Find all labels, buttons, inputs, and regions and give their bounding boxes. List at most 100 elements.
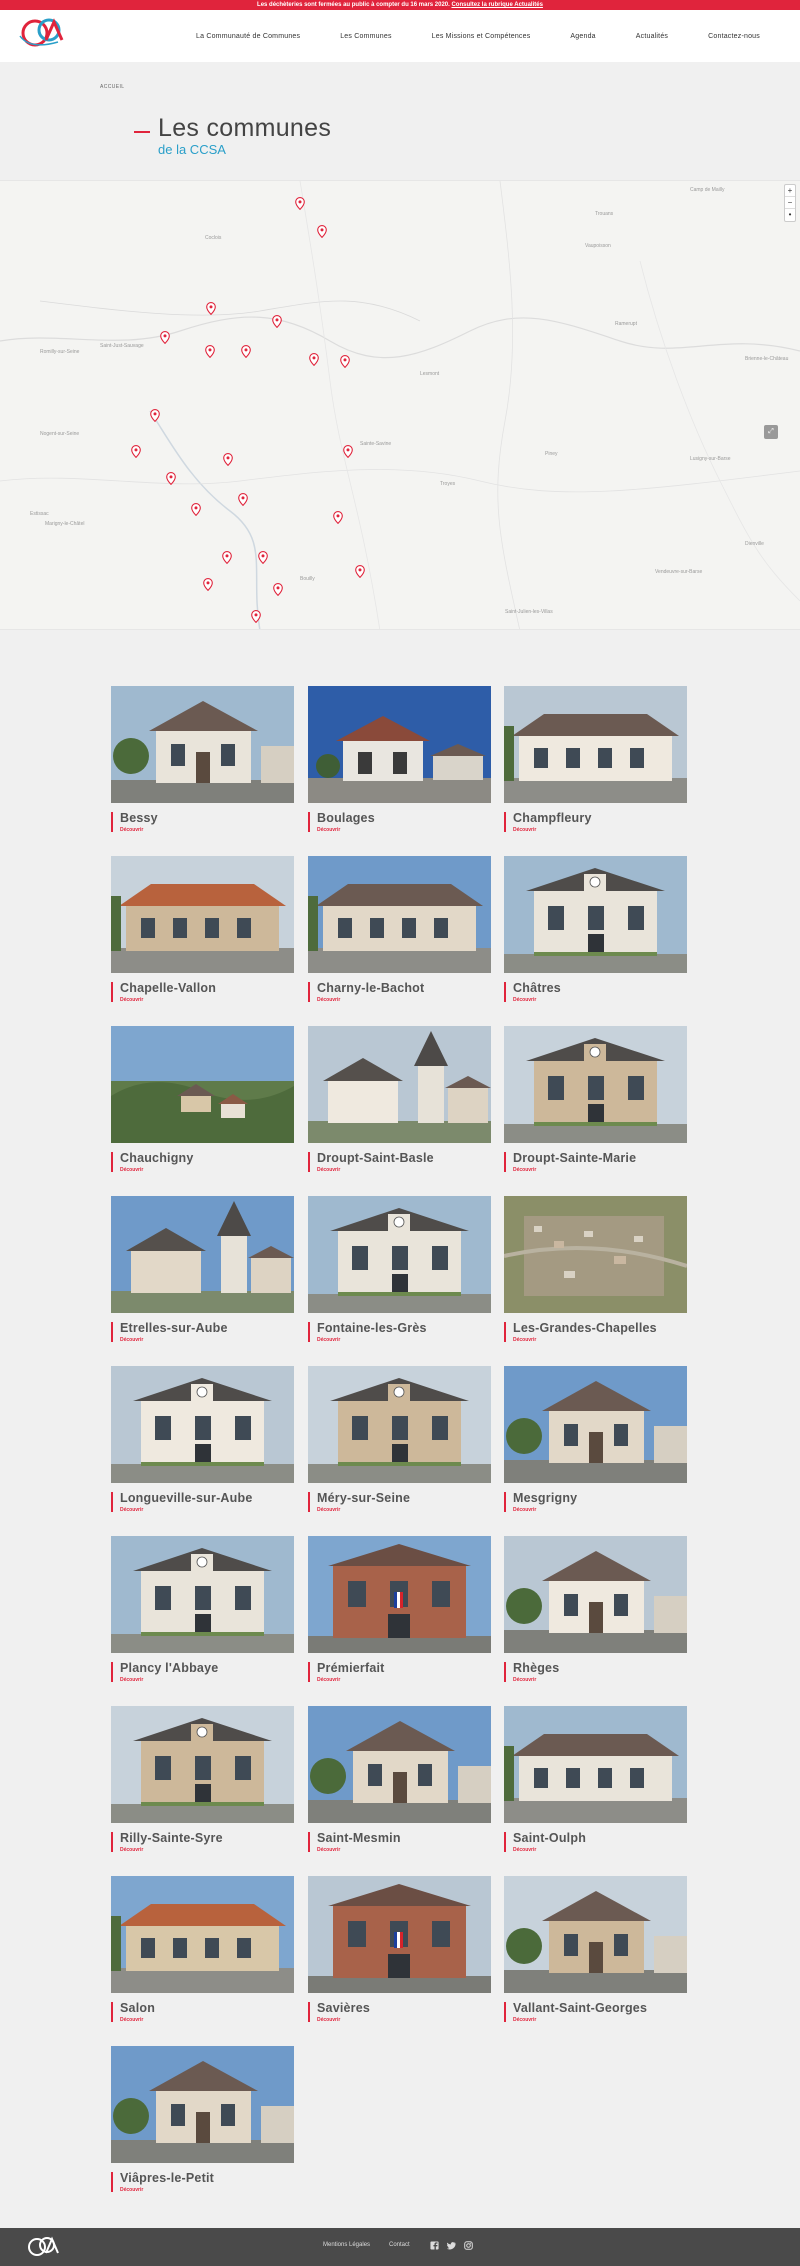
map-marker-icon[interactable] — [205, 345, 215, 358]
commune-card[interactable]: Droupt-Saint-Basle Découvrir — [308, 1026, 491, 1173]
map-marker-icon[interactable] — [160, 331, 170, 344]
discover-link[interactable]: Découvrir — [120, 1847, 143, 1853]
commune-photo[interactable] — [111, 686, 294, 803]
commune-photo[interactable] — [504, 856, 687, 973]
commune-name[interactable]: Bessy — [120, 811, 158, 825]
discover-link[interactable]: Découvrir — [513, 1507, 536, 1513]
discover-link[interactable]: Découvrir — [513, 997, 536, 1003]
discover-link[interactable]: Découvrir — [317, 997, 340, 1003]
commune-photo[interactable] — [504, 686, 687, 803]
commune-card[interactable]: Mesgrigny Découvrir — [504, 1366, 687, 1513]
commune-name[interactable]: Longueville-sur-Aube — [120, 1491, 252, 1505]
commune-name[interactable]: Charny-le-Bachot — [317, 981, 424, 995]
zoom-out-button[interactable]: − — [785, 197, 795, 209]
commune-card[interactable]: Prémierfait Découvrir — [308, 1536, 491, 1683]
commune-name[interactable]: Les-Grandes-Chapelles — [513, 1321, 657, 1335]
discover-link[interactable]: Découvrir — [513, 2017, 536, 2023]
commune-name[interactable]: Plancy l'Abbaye — [120, 1661, 218, 1675]
discover-link[interactable]: Découvrir — [317, 1507, 340, 1513]
commune-card[interactable]: Savières Découvrir — [308, 1876, 491, 2023]
commune-name[interactable]: Saint-Mesmin — [317, 1831, 401, 1845]
commune-name[interactable]: Saint-Oulph — [513, 1831, 586, 1845]
discover-link[interactable]: Découvrir — [120, 1507, 143, 1513]
facebook-icon[interactable] — [430, 2241, 439, 2250]
commune-card[interactable]: Les-Grandes-Chapelles Découvrir — [504, 1196, 687, 1343]
commune-card[interactable]: Droupt-Sainte-Marie Découvrir — [504, 1026, 687, 1173]
commune-card[interactable]: Saint-Mesmin Découvrir — [308, 1706, 491, 1853]
discover-link[interactable]: Découvrir — [513, 827, 536, 833]
map-marker-icon[interactable] — [340, 355, 350, 368]
commune-card[interactable]: Chapelle-Vallon Découvrir — [111, 856, 294, 1003]
commune-name[interactable]: Rilly-Sainte-Syre — [120, 1831, 223, 1845]
discover-link[interactable]: Découvrir — [120, 1677, 143, 1683]
discover-link[interactable]: Découvrir — [513, 1677, 536, 1683]
map-marker-icon[interactable] — [206, 302, 216, 315]
commune-card[interactable]: Boulages Découvrir — [308, 686, 491, 833]
commune-card[interactable]: Bessy Découvrir — [111, 686, 294, 833]
footer-link-mentions[interactable]: Mentions Légales — [323, 2242, 370, 2248]
nav-item-missions[interactable]: Les Missions et Compétences — [432, 33, 531, 40]
commune-photo[interactable] — [308, 1366, 491, 1483]
commune-name[interactable]: Droupt-Sainte-Marie — [513, 1151, 636, 1165]
communes-map[interactable]: Camp de Mailly Coclois Trouans Vaupoisso… — [0, 180, 800, 630]
commune-photo[interactable] — [504, 1876, 687, 1993]
reset-view-button[interactable]: • — [785, 209, 795, 221]
commune-card[interactable]: Châtres Découvrir — [504, 856, 687, 1003]
commune-photo[interactable] — [308, 1536, 491, 1653]
commune-name[interactable]: Châtres — [513, 981, 561, 995]
twitter-icon[interactable] — [447, 2241, 456, 2250]
commune-card[interactable]: Vallant-Saint-Georges Découvrir — [504, 1876, 687, 2023]
discover-link[interactable]: Découvrir — [513, 1337, 536, 1343]
commune-photo[interactable] — [111, 1876, 294, 1993]
commune-photo[interactable] — [308, 1196, 491, 1313]
discover-link[interactable]: Découvrir — [120, 1167, 143, 1173]
discover-link[interactable]: Découvrir — [513, 1167, 536, 1173]
breadcrumb[interactable]: ACCUEIL — [100, 84, 124, 90]
map-marker-icon[interactable] — [272, 315, 282, 328]
discover-link[interactable]: Découvrir — [317, 1167, 340, 1173]
map-marker-icon[interactable] — [203, 578, 213, 591]
commune-name[interactable]: Rhèges — [513, 1661, 559, 1675]
map-marker-icon[interactable] — [241, 345, 251, 358]
map-marker-icon[interactable] — [309, 353, 319, 366]
commune-name[interactable]: Salon — [120, 2001, 155, 2015]
commune-card[interactable]: Fontaine-les-Grès Découvrir — [308, 1196, 491, 1343]
discover-link[interactable]: Découvrir — [120, 1337, 143, 1343]
commune-photo[interactable] — [504, 1706, 687, 1823]
commune-name[interactable]: Mesgrigny — [513, 1491, 577, 1505]
map-marker-icon[interactable] — [238, 493, 248, 506]
discover-link[interactable]: Découvrir — [317, 2017, 340, 2023]
nav-item-communes[interactable]: Les Communes — [340, 33, 391, 40]
map-marker-icon[interactable] — [251, 610, 261, 623]
discover-link[interactable]: Découvrir — [120, 827, 143, 833]
commune-name[interactable]: Savières — [317, 2001, 370, 2015]
commune-card[interactable]: Plancy l'Abbaye Découvrir — [111, 1536, 294, 1683]
commune-name[interactable]: Etrelles-sur-Aube — [120, 1321, 228, 1335]
discover-link[interactable]: Découvrir — [317, 827, 340, 833]
nav-item-agenda[interactable]: Agenda — [570, 33, 595, 40]
map-marker-icon[interactable] — [273, 583, 283, 596]
commune-photo[interactable] — [111, 1026, 294, 1143]
commune-name[interactable]: Boulages — [317, 811, 375, 825]
commune-photo[interactable] — [111, 856, 294, 973]
map-marker-icon[interactable] — [131, 445, 141, 458]
commune-card[interactable]: Chauchigny Découvrir — [111, 1026, 294, 1173]
commune-name[interactable]: Chapelle-Vallon — [120, 981, 216, 995]
discover-link[interactable]: Découvrir — [317, 1847, 340, 1853]
commune-card[interactable]: Saint-Oulph Découvrir — [504, 1706, 687, 1853]
commune-card[interactable]: Charny-le-Bachot Découvrir — [308, 856, 491, 1003]
map-marker-icon[interactable] — [343, 445, 353, 458]
alert-link[interactable]: Consultez la rubrique Actualités — [451, 2, 542, 8]
commune-name[interactable]: Droupt-Saint-Basle — [317, 1151, 434, 1165]
commune-photo[interactable] — [308, 856, 491, 973]
commune-photo[interactable] — [111, 2046, 294, 2163]
commune-name[interactable]: Méry-sur-Seine — [317, 1491, 410, 1505]
commune-photo[interactable] — [308, 686, 491, 803]
discover-link[interactable]: Découvrir — [120, 2017, 143, 2023]
nav-item-contact[interactable]: Contactez-nous — [708, 33, 760, 40]
commune-name[interactable]: Chauchigny — [120, 1151, 194, 1165]
map-marker-icon[interactable] — [295, 197, 305, 210]
commune-name[interactable]: Prémierfait — [317, 1661, 385, 1675]
commune-name[interactable]: Champfleury — [513, 811, 592, 825]
map-marker-icon[interactable] — [223, 453, 233, 466]
